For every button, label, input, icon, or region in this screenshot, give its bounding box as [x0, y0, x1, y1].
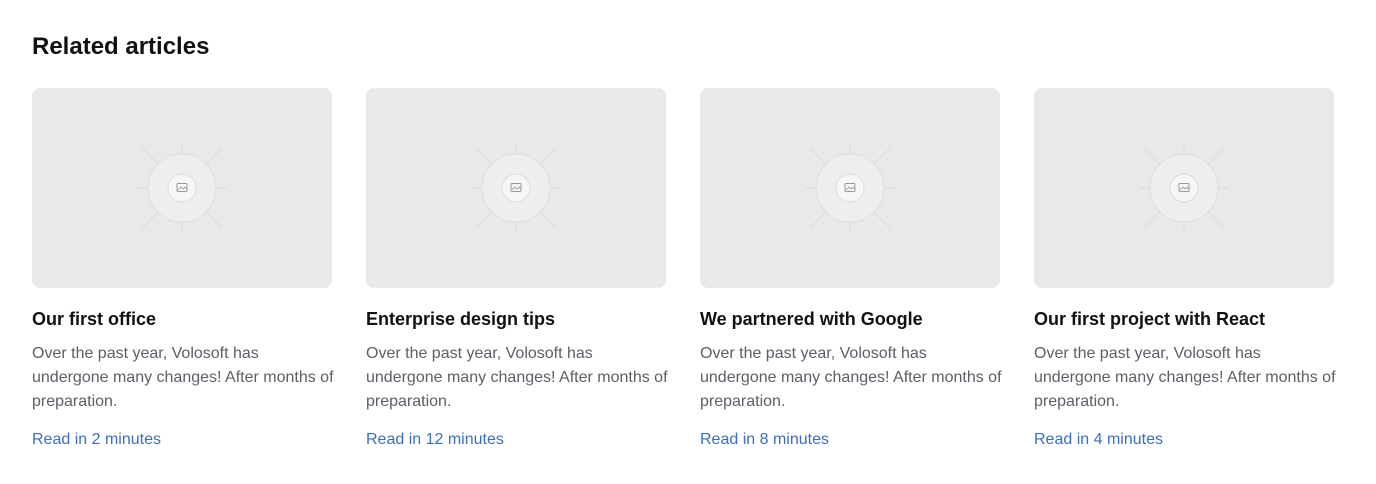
article-title[interactable]: Our first office [32, 308, 332, 330]
article-description: Over the past year, Volosoft has undergo… [700, 345, 1002, 410]
image-placeholder-icon [471, 143, 561, 233]
article-description: Over the past year, Volosoft has undergo… [32, 345, 334, 410]
article-thumbnail[interactable] [32, 88, 332, 288]
article-thumbnail[interactable] [700, 88, 1000, 288]
article-card[interactable]: Our first project with React Over the pa… [1034, 88, 1336, 450]
section-title: Related articles [32, 33, 210, 60]
read-time-link[interactable]: Read in 12 minutes [366, 430, 504, 450]
article-card[interactable]: Our first office Over the past year, Vol… [32, 88, 334, 450]
image-placeholder-icon [1139, 143, 1229, 233]
article-cards: Our first office Over the past year, Vol… [32, 88, 1336, 450]
read-time-link[interactable]: Read in 8 minutes [700, 430, 829, 450]
article-thumbnail[interactable] [1034, 88, 1334, 288]
image-placeholder-icon [137, 143, 227, 233]
article-description: Over the past year, Volosoft has undergo… [366, 345, 668, 410]
article-description: Over the past year, Volosoft has undergo… [1034, 345, 1336, 410]
article-card[interactable]: Enterprise design tips Over the past yea… [366, 88, 668, 450]
read-time-link[interactable]: Read in 2 minutes [32, 430, 161, 450]
article-thumbnail[interactable] [366, 88, 666, 288]
image-placeholder-icon [805, 143, 895, 233]
article-title[interactable]: We partnered with Google [700, 308, 1000, 330]
article-card[interactable]: We partnered with Google Over the past y… [700, 88, 1002, 450]
article-title[interactable]: Enterprise design tips [366, 308, 666, 330]
article-title[interactable]: Our first project with React [1034, 308, 1334, 330]
read-time-link[interactable]: Read in 4 minutes [1034, 430, 1163, 450]
